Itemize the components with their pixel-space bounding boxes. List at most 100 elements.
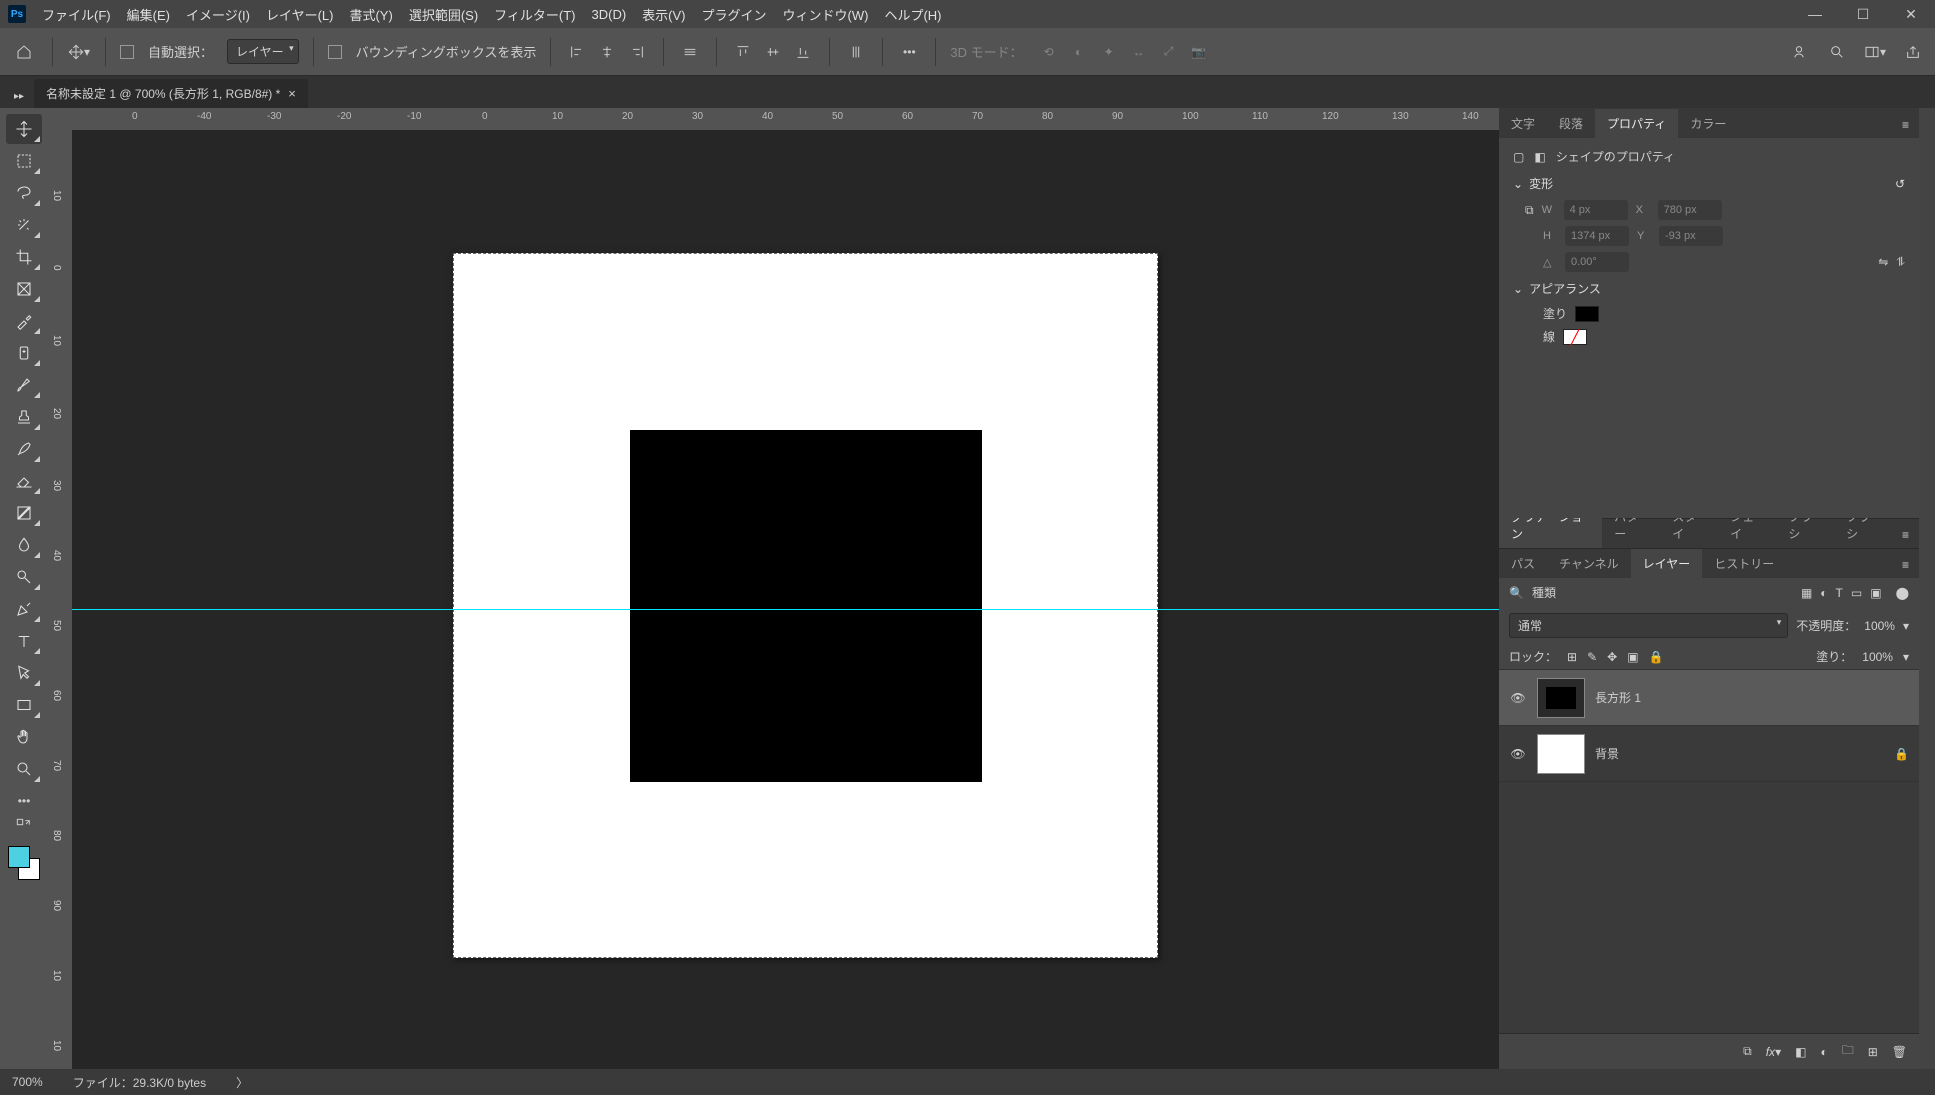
adjustment-layer-icon[interactable]: ◐ (1820, 1045, 1827, 1059)
flip-v-icon[interactable]: ⥮ (1896, 255, 1905, 270)
frame-tool[interactable] (6, 274, 42, 304)
group-icon[interactable]: 🗀 (1842, 1041, 1854, 1062)
distribute-v-icon[interactable] (844, 40, 868, 64)
width-input[interactable] (1564, 200, 1628, 220)
transform-section[interactable]: ⌄ 変形 ↺ (1513, 175, 1905, 192)
layer-mask-icon[interactable]: ◧ (1795, 1045, 1806, 1059)
layer-name[interactable]: 長方形 1 (1595, 689, 1641, 706)
menu-edit[interactable]: 編集(E) (127, 5, 170, 24)
type-tool[interactable] (6, 626, 42, 656)
tab-paragraph[interactable]: 段落 (1547, 109, 1595, 138)
lock-icon[interactable]: 🔒 (1894, 747, 1909, 761)
cloud-docs-icon[interactable] (1787, 40, 1811, 64)
align-hcenter-icon[interactable] (595, 40, 619, 64)
visibility-icon[interactable]: 👁 (1509, 691, 1527, 705)
more-options-icon[interactable]: ••• (897, 40, 921, 64)
tab-close-icon[interactable]: × (288, 86, 296, 101)
marquee-tool[interactable] (6, 146, 42, 176)
tab-layers[interactable]: レイヤー (1631, 549, 1703, 578)
opacity-dropdown-icon[interactable]: ▾ (1903, 619, 1909, 633)
horizontal-guide[interactable] (72, 609, 1499, 610)
document-canvas[interactable] (453, 253, 1158, 958)
auto-select-target[interactable]: レイヤー (227, 39, 299, 64)
minimize-button[interactable]: — (1799, 2, 1831, 26)
close-button[interactable]: ✕ (1895, 2, 1927, 26)
panel-menu-icon[interactable]: ≡ (1892, 552, 1919, 578)
swap-colors-icon[interactable] (6, 818, 42, 834)
layer-row[interactable]: 👁 長方形 1 (1499, 670, 1919, 726)
filter-smart-icon[interactable]: ▣ (1870, 586, 1881, 600)
healing-tool[interactable] (6, 338, 42, 368)
align-bottom-icon[interactable] (791, 40, 815, 64)
gradient-tool[interactable] (6, 498, 42, 528)
lock-pixels-icon[interactable]: ✎ (1587, 650, 1597, 664)
share-icon[interactable] (1901, 40, 1925, 64)
move-tool[interactable] (6, 114, 42, 144)
menu-layer[interactable]: レイヤー(L) (266, 5, 334, 24)
menu-filter[interactable]: フィルター(T) (494, 5, 575, 24)
filter-toggle[interactable]: ⬤ (1896, 586, 1909, 600)
rectangle-tool[interactable] (6, 690, 42, 720)
hand-tool[interactable] (6, 722, 42, 752)
shape-rectangle[interactable] (630, 430, 982, 782)
angle-input[interactable] (1565, 252, 1629, 272)
vertical-ruler[interactable]: 10 0 10 20 30 40 50 60 70 80 90 10 10 (48, 130, 72, 1069)
menu-window[interactable]: ウィンドウ(W) (783, 5, 869, 24)
filter-adjust-icon[interactable]: ◐ (1820, 586, 1827, 600)
tab-history[interactable]: ヒストリー (1702, 549, 1786, 578)
pen-tool[interactable] (6, 594, 42, 624)
filter-shape-icon[interactable]: ▭ (1851, 586, 1862, 600)
auto-select-checkbox[interactable] (120, 45, 134, 59)
horizontal-ruler[interactable]: 0 -40 -30 -20 -10 0 10 20 30 40 50 60 70… (72, 108, 1499, 130)
menu-view[interactable]: 表示(V) (642, 5, 685, 24)
blur-tool[interactable] (6, 530, 42, 560)
menu-type[interactable]: 書式(Y) (349, 5, 392, 24)
layer-name[interactable]: 背景 (1595, 745, 1619, 762)
fill-swatch[interactable] (1575, 306, 1599, 322)
ruler-origin[interactable] (48, 108, 72, 130)
panel-menu-icon[interactable]: ≡ (1892, 522, 1919, 548)
document-tab[interactable]: 名称未設定 1 @ 700% (長方形 1, RGB/8#) * × (34, 79, 308, 108)
tab-character[interactable]: 文字 (1499, 109, 1547, 138)
filter-pixel-icon[interactable]: ▦ (1801, 586, 1812, 600)
lock-transparency-icon[interactable]: ⊞ (1567, 650, 1577, 664)
eraser-tool[interactable] (6, 466, 42, 496)
visibility-icon[interactable]: 👁 (1509, 747, 1527, 761)
file-info[interactable]: ファイル：29.3K/0 bytes (73, 1074, 206, 1091)
tab-channels[interactable]: チャンネル (1547, 549, 1631, 578)
lasso-tool[interactable] (6, 178, 42, 208)
height-input[interactable] (1565, 226, 1629, 246)
search-icon[interactable] (1825, 40, 1849, 64)
dodge-tool[interactable] (6, 562, 42, 592)
lock-position-icon[interactable]: ✥ (1607, 650, 1617, 664)
home-button[interactable] (10, 38, 38, 66)
color-swatches[interactable] (6, 844, 42, 880)
crop-tool[interactable] (6, 242, 42, 272)
zoom-level[interactable]: 700% (12, 1075, 43, 1089)
menu-file[interactable]: ファイル(F) (42, 5, 111, 24)
menu-plugin[interactable]: プラグイン (702, 5, 767, 24)
layer-filter-type[interactable]: 種類 (1532, 584, 1793, 601)
layer-row[interactable]: 👁 背景 🔒 (1499, 726, 1919, 782)
flip-h-icon[interactable]: ⇋ (1878, 255, 1888, 269)
y-input[interactable] (1659, 226, 1723, 246)
x-input[interactable] (1658, 200, 1722, 220)
align-top-icon[interactable] (731, 40, 755, 64)
delete-layer-icon[interactable]: 🗑 (1892, 1045, 1907, 1059)
lock-all-icon[interactable]: 🔒 (1649, 650, 1664, 664)
menu-help[interactable]: ヘルプ(H) (884, 5, 941, 24)
align-right-icon[interactable] (625, 40, 649, 64)
canvas-area[interactable]: 0 -40 -30 -20 -10 0 10 20 30 40 50 60 70… (48, 108, 1499, 1069)
workspace-icon[interactable]: ▾ (1863, 40, 1887, 64)
tab-paths[interactable]: パス (1499, 549, 1547, 578)
new-layer-icon[interactable]: ⊞ (1868, 1045, 1878, 1059)
menu-select[interactable]: 選択範囲(S) (409, 5, 478, 24)
zoom-tool[interactable] (6, 754, 42, 784)
tab-color[interactable]: カラー (1678, 109, 1738, 138)
maximize-button[interactable]: ☐ (1847, 2, 1879, 26)
menu-image[interactable]: イメージ(I) (186, 5, 250, 24)
move-tool-icon[interactable]: ▾ (67, 40, 91, 64)
fill-pct-value[interactable]: 100% (1862, 650, 1893, 664)
filter-type-icon[interactable]: T (1836, 586, 1843, 600)
panel-scrollbar[interactable] (1919, 108, 1935, 1069)
